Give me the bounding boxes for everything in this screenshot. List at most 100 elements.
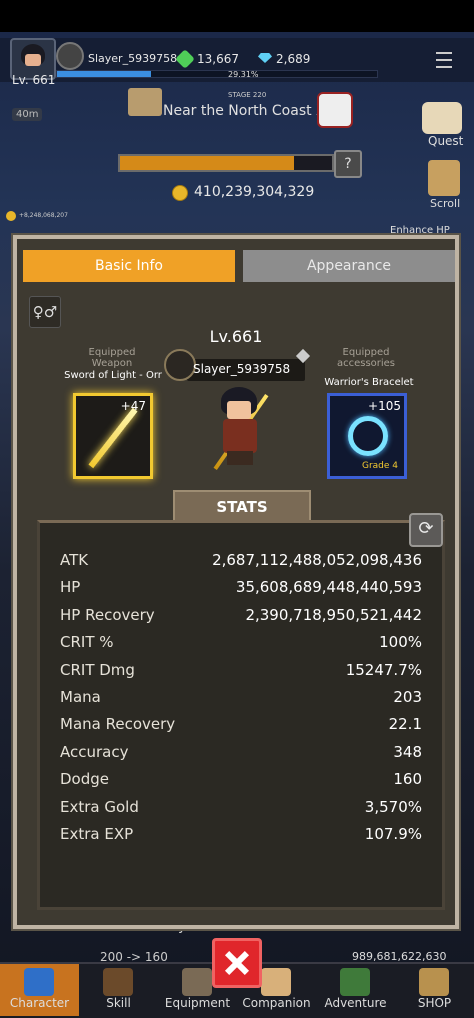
accessory-grade: Grade 4 bbox=[361, 461, 398, 471]
refresh-icon[interactable]: ⟳ bbox=[409, 513, 443, 547]
stat-label: Accuracy bbox=[60, 742, 129, 761]
stat-value: 100% bbox=[379, 633, 422, 652]
stat-row-hp-recovery: HP Recovery 2,390,718,950,521,442 bbox=[60, 606, 422, 628]
stage-number: STAGE 220 bbox=[228, 91, 267, 99]
stat-value: 160 bbox=[393, 770, 422, 789]
nav-adventure-label: Adventure bbox=[324, 996, 387, 1010]
tab-appearance[interactable]: Appearance bbox=[243, 250, 455, 282]
stat-row-extra-gold: Extra Gold 3,570% bbox=[60, 798, 422, 820]
stat-row-dodge: Dodge 160 bbox=[60, 770, 422, 792]
stat-row-hp: HP 35,608,689,448,440,593 bbox=[60, 578, 422, 600]
nav-skill[interactable]: Skill bbox=[79, 964, 158, 1016]
stage-name: Near the North Coast X bbox=[163, 103, 326, 119]
stat-value: 15247.7% bbox=[345, 660, 422, 679]
stat-label: CRIT Dmg bbox=[60, 660, 135, 679]
stat-label: Dodge bbox=[60, 770, 109, 789]
stat-value: 107.9% bbox=[364, 825, 422, 843]
avatar-face bbox=[25, 54, 41, 66]
stat-label: Mana Recovery bbox=[60, 715, 176, 734]
tab-basic-info[interactable]: Basic Info bbox=[23, 250, 235, 282]
green-gem-count: 13,667 bbox=[197, 52, 239, 66]
close-button[interactable] bbox=[212, 938, 262, 988]
accessory-name: Warrior's Bracelet bbox=[324, 377, 414, 388]
weapon-name: Sword of Light - Orr bbox=[64, 370, 162, 381]
nav-equipment-label: Equipment bbox=[164, 996, 231, 1010]
help-button[interactable]: ? bbox=[334, 150, 362, 178]
stage-progress-fill bbox=[120, 156, 294, 170]
stat-row-crit-dmg: CRIT Dmg 15247.7% bbox=[60, 661, 422, 683]
nav-companion-label: Companion bbox=[242, 996, 311, 1010]
gold-rate-coin-icon bbox=[6, 211, 16, 221]
exp-bar bbox=[56, 70, 378, 78]
exp-percent: 29.31% bbox=[228, 70, 259, 79]
boss-icon[interactable] bbox=[317, 92, 353, 128]
blue-diamond-count: 2,689 bbox=[276, 52, 311, 66]
nav-shop-label: SHOP bbox=[417, 996, 452, 1010]
nav-skill-label: Skill bbox=[106, 996, 131, 1010]
adventure-icon bbox=[340, 968, 370, 996]
character-name: Slayer_5939758 bbox=[193, 362, 291, 376]
stat-row-accuracy: Accuracy 348 bbox=[60, 743, 422, 765]
sword-of-light-icon bbox=[88, 407, 138, 469]
nav-adventure[interactable]: Adventure bbox=[316, 964, 395, 1016]
stat-value: 22.1 bbox=[388, 715, 422, 734]
equipped-weapon-caption: Equipped Weapon bbox=[88, 347, 136, 369]
stat-value: 348 bbox=[393, 742, 422, 761]
gold-total: 410,239,304,329 bbox=[194, 184, 315, 200]
companion-icon bbox=[261, 968, 291, 996]
gold-coin-icon bbox=[172, 185, 188, 201]
hud-player-name: Slayer_5939758 bbox=[88, 52, 178, 65]
stat-label: ATK bbox=[60, 551, 89, 569]
stat-row-extra-exp: Extra EXP 107.9% bbox=[60, 825, 422, 847]
character-info-modal: Basic Info Appearance ♀♂ Lv.661 Equipped… bbox=[13, 235, 459, 929]
stat-row-mana: Mana 203 bbox=[60, 688, 422, 710]
stat-label: CRIT % bbox=[60, 633, 114, 652]
menu-icon[interactable] bbox=[436, 52, 452, 68]
equipped-accessory-caption: Equipped accessories bbox=[336, 347, 396, 369]
exp-book-icon bbox=[24, 968, 54, 996]
nav-shop[interactable]: SHOP bbox=[395, 964, 474, 1016]
guild-emblem-icon[interactable] bbox=[56, 42, 84, 70]
hud-timer: 40m bbox=[12, 108, 43, 121]
hud-level: Lv. 661 bbox=[12, 73, 56, 87]
stat-label: Extra EXP bbox=[60, 825, 134, 843]
bracelet-icon bbox=[348, 416, 388, 456]
character-sprite bbox=[199, 387, 279, 477]
stats-header: STATS bbox=[173, 490, 311, 522]
stat-label: HP bbox=[60, 578, 81, 597]
quest-label: Quest bbox=[428, 134, 464, 148]
shop-icon bbox=[419, 968, 449, 996]
sprite-face bbox=[227, 401, 251, 419]
stat-value: 3,570% bbox=[364, 797, 422, 816]
stat-label: Mana bbox=[60, 688, 101, 706]
weapon-enhance-level: +47 bbox=[120, 399, 146, 413]
equipment-icon bbox=[182, 968, 212, 996]
stat-label: HP Recovery bbox=[60, 605, 155, 624]
accessory-enhance-level: +105 bbox=[368, 399, 401, 413]
stat-row-atk: ATK 2,687,112,488,052,098,436 bbox=[60, 551, 422, 573]
stats-panel: ATK 2,687,112,488,052,098,436 HP 35,608,… bbox=[37, 520, 445, 910]
gold-rate: +8,248,068,207 bbox=[19, 212, 68, 219]
exp-bar-fill bbox=[57, 71, 151, 77]
status-bar bbox=[0, 0, 474, 32]
weapon-slot[interactable]: +47 bbox=[73, 393, 153, 479]
stat-value: 2,390,718,950,521,442 bbox=[245, 605, 422, 624]
quest-scroll-icon[interactable] bbox=[422, 102, 462, 134]
stat-row-mana-recovery: Mana Recovery 22.1 bbox=[60, 715, 422, 737]
scroll-icon[interactable] bbox=[428, 160, 460, 196]
nav-character[interactable]: Character bbox=[0, 964, 79, 1016]
stat-value: 203 bbox=[393, 688, 422, 706]
sprite-armor bbox=[223, 419, 257, 453]
gender-switch-icon[interactable]: ♀♂ bbox=[29, 296, 61, 328]
stat-value: 2,687,112,488,052,098,436 bbox=[212, 551, 422, 569]
nav-character-label: Character bbox=[9, 996, 70, 1010]
skill-book-icon bbox=[103, 968, 133, 996]
character-level: Lv.661 bbox=[209, 327, 263, 346]
stat-value: 35,608,689,448,440,593 bbox=[235, 578, 422, 597]
stage-progress-bar bbox=[118, 154, 334, 172]
scroll-label: Scroll bbox=[430, 197, 461, 210]
stat-row-crit-rate: CRIT % 100% bbox=[60, 633, 422, 655]
accessory-slot[interactable]: +105 Grade 4 bbox=[327, 393, 407, 479]
map-icon[interactable] bbox=[128, 88, 162, 116]
stat-label: Extra Gold bbox=[60, 797, 139, 816]
